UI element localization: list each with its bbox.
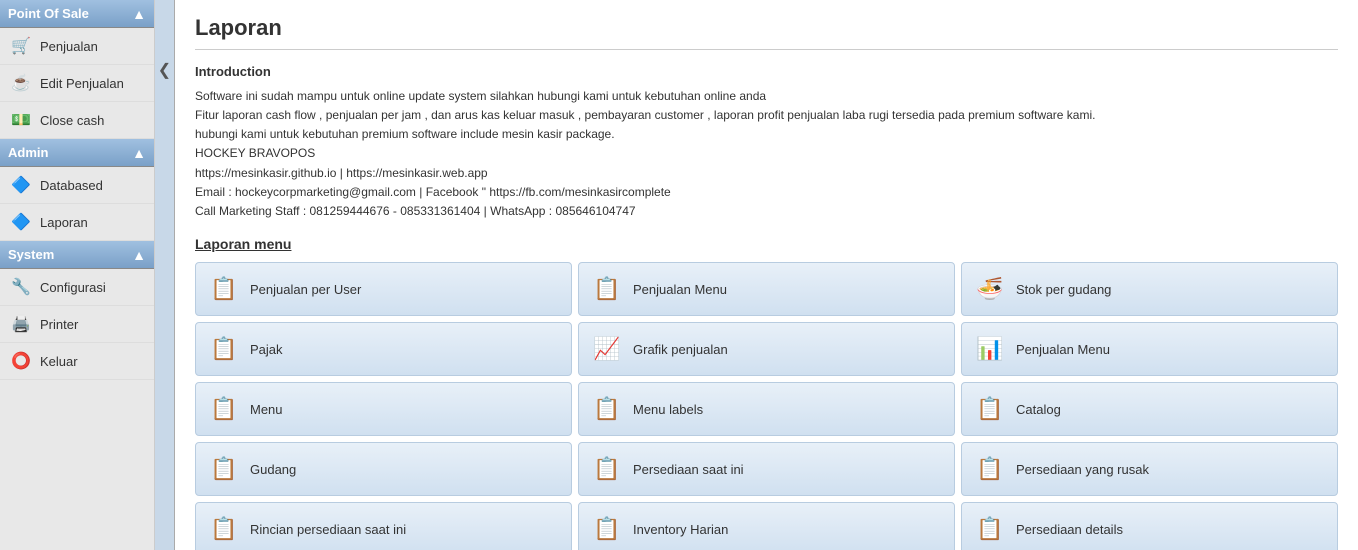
intro-line-4: HOCKEY BRAVOPOS [195, 144, 1338, 163]
page-title: Laporan [195, 15, 1338, 50]
report-card-stok-per-gudang[interactable]: 🍜 Stok per gudang [961, 262, 1338, 316]
intro-heading: Introduction [195, 62, 1338, 83]
sidebar-item-close-cash-label: Close cash [40, 113, 104, 128]
sidebar-item-configurasi-label: Configurasi [40, 280, 106, 295]
report-card-label-persediaan-details: Persediaan details [1016, 522, 1123, 537]
report-card-icon-inventory-harian: 📋 [591, 513, 623, 545]
configurasi-icon: 🔧 [10, 276, 32, 298]
intro-line-6: Email : hockeycorpmarketing@gmail.com | … [195, 183, 1338, 202]
report-card-label-stok-per-gudang: Stok per gudang [1016, 282, 1111, 297]
sidebar-item-configurasi[interactable]: 🔧 Configurasi [0, 269, 154, 306]
report-card-label-persediaan-saat-ini: Persediaan saat ini [633, 462, 744, 477]
sidebar-collapse-pos-icon: ▲ [132, 7, 146, 21]
report-card-label-penjualan-menu-1: Penjualan Menu [633, 282, 727, 297]
report-card-persediaan-yang-rusak[interactable]: 📋 Persediaan yang rusak [961, 442, 1338, 496]
menu-section-title: Laporan menu [195, 236, 1338, 252]
report-card-grafik-penjualan[interactable]: 📈 Grafik penjualan [578, 322, 955, 376]
report-card-menu[interactable]: 📋 Menu [195, 382, 572, 436]
intro-line-1: Software ini sudah mampu untuk online up… [195, 87, 1338, 106]
sidebar-collapse-system-icon: ▲ [132, 248, 146, 262]
report-card-label-persediaan-yang-rusak: Persediaan yang rusak [1016, 462, 1149, 477]
sidebar-item-penjualan[interactable]: 🛒 Penjualan [0, 28, 154, 65]
report-card-icon-menu-labels: 📋 [591, 393, 623, 425]
sidebar-item-databased[interactable]: 🔷 Databased [0, 167, 154, 204]
penjualan-icon: 🛒 [10, 35, 32, 57]
report-card-label-menu-labels: Menu labels [633, 402, 703, 417]
sidebar: Point Of Sale ▲ 🛒 Penjualan ☕ Edit Penju… [0, 0, 155, 550]
main-area: ❮ Laporan Introduction Software ini suda… [155, 0, 1358, 550]
report-card-catalog[interactable]: 📋 Catalog [961, 382, 1338, 436]
intro-line-5: https://mesinkasir.github.io | https://m… [195, 164, 1338, 183]
sidebar-item-penjualan-label: Penjualan [40, 39, 98, 54]
report-card-icon-persediaan-saat-ini: 📋 [591, 453, 623, 485]
databased-icon: 🔷 [10, 174, 32, 196]
report-card-label-penjualan-menu-2: Penjualan Menu [1016, 342, 1110, 357]
report-card-icon-rincian-persediaan: 📋 [208, 513, 240, 545]
report-card-label-inventory-harian: Inventory Harian [633, 522, 728, 537]
collapse-arrow-icon: ❮ [158, 60, 171, 80]
report-card-label-grafik-penjualan: Grafik penjualan [633, 342, 728, 357]
report-card-icon-persediaan-yang-rusak: 📋 [974, 453, 1006, 485]
intro-line-7: Call Marketing Staff : 081259444676 - 08… [195, 202, 1338, 221]
report-card-icon-pajak: 📋 [208, 333, 240, 365]
sidebar-section-system[interactable]: System ▲ [0, 241, 154, 269]
sidebar-section-pos[interactable]: Point Of Sale ▲ [0, 0, 154, 28]
report-card-penjualan-per-user[interactable]: 📋 Penjualan per User [195, 262, 572, 316]
report-card-icon-grafik-penjualan: 📈 [591, 333, 623, 365]
laporan-icon: 🔷 [10, 211, 32, 233]
sidebar-item-printer[interactable]: 🖨️ Printer [0, 306, 154, 343]
sidebar-item-close-cash[interactable]: 💵 Close cash [0, 102, 154, 139]
report-card-label-menu: Menu [250, 402, 283, 417]
report-card-gudang[interactable]: 📋 Gudang [195, 442, 572, 496]
report-card-icon-catalog: 📋 [974, 393, 1006, 425]
sidebar-item-laporan[interactable]: 🔷 Laporan [0, 204, 154, 241]
report-card-pajak[interactable]: 📋 Pajak [195, 322, 572, 376]
sidebar-section-admin[interactable]: Admin ▲ [0, 139, 154, 167]
report-card-label-gudang: Gudang [250, 462, 296, 477]
report-card-icon-persediaan-details: 📋 [974, 513, 1006, 545]
sidebar-item-edit-penjualan-label: Edit Penjualan [40, 76, 124, 91]
edit-penjualan-icon: ☕ [10, 72, 32, 94]
sidebar-item-keluar[interactable]: ⭕ Keluar [0, 343, 154, 380]
intro-section: Introduction Software ini sudah mampu un… [195, 62, 1338, 221]
close-cash-icon: 💵 [10, 109, 32, 131]
sidebar-section-system-label: System [8, 247, 54, 262]
sidebar-section-admin-label: Admin [8, 145, 48, 160]
sidebar-item-keluar-label: Keluar [40, 354, 78, 369]
sidebar-item-databased-label: Databased [40, 178, 103, 193]
sidebar-section-pos-label: Point Of Sale [8, 6, 89, 21]
report-card-icon-gudang: 📋 [208, 453, 240, 485]
report-card-icon-penjualan-menu-2: 📊 [974, 333, 1006, 365]
intro-line-3: hubungi kami untuk kebutuhan premium sof… [195, 125, 1338, 144]
report-card-icon-penjualan-menu-1: 📋 [591, 273, 623, 305]
sidebar-item-laporan-label: Laporan [40, 215, 88, 230]
keluar-icon: ⭕ [10, 350, 32, 372]
report-card-label-pajak: Pajak [250, 342, 283, 357]
report-card-menu-labels[interactable]: 📋 Menu labels [578, 382, 955, 436]
report-card-label-penjualan-per-user: Penjualan per User [250, 282, 361, 297]
sidebar-item-printer-label: Printer [40, 317, 78, 332]
sidebar-item-edit-penjualan[interactable]: ☕ Edit Penjualan [0, 65, 154, 102]
report-card-icon-stok-per-gudang: 🍜 [974, 273, 1006, 305]
report-card-inventory-harian[interactable]: 📋 Inventory Harian [578, 502, 955, 550]
report-card-penjualan-menu-2[interactable]: 📊 Penjualan Menu [961, 322, 1338, 376]
intro-line-2: Fitur laporan cash flow , penjualan per … [195, 106, 1338, 125]
report-card-persediaan-details[interactable]: 📋 Persediaan details [961, 502, 1338, 550]
printer-icon: 🖨️ [10, 313, 32, 335]
sidebar-collapse-admin-icon: ▲ [132, 146, 146, 160]
sidebar-collapse-button[interactable]: ❮ [155, 0, 175, 550]
report-card-persediaan-saat-ini[interactable]: 📋 Persediaan saat ini [578, 442, 955, 496]
report-grid: 📋 Penjualan per User 📋 Penjualan Menu 🍜 … [195, 262, 1338, 550]
report-card-rincian-persediaan[interactable]: 📋 Rincian persediaan saat ini [195, 502, 572, 550]
report-card-penjualan-menu-1[interactable]: 📋 Penjualan Menu [578, 262, 955, 316]
report-card-label-rincian-persediaan: Rincian persediaan saat ini [250, 522, 406, 537]
report-card-label-catalog: Catalog [1016, 402, 1061, 417]
report-card-icon-menu: 📋 [208, 393, 240, 425]
content-area: Laporan Introduction Software ini sudah … [175, 0, 1358, 550]
report-card-icon-penjualan-per-user: 📋 [208, 273, 240, 305]
